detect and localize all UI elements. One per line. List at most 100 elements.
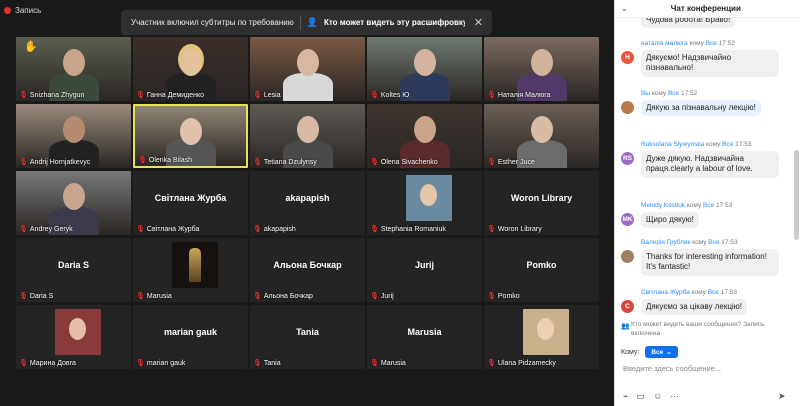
muted-mic-icon: 🎙 (487, 360, 496, 367)
participant-label: 🎙 Lesia (253, 91, 363, 100)
participant-tile[interactable]: 🎙 Lesia (250, 37, 365, 101)
message-bubble: Дякуємо за цікаву лекцію! (641, 299, 747, 316)
message-meta: Світлана Журба кому Все 17:53 (641, 289, 737, 296)
participant-tile[interactable]: Pomko 🎙 Pomko (484, 238, 599, 302)
participant-tile[interactable]: 🎙 Koltes Ю (367, 37, 482, 101)
participant-name: Snizhana Zhygun (29, 91, 85, 99)
sender-avatar: Н (621, 51, 634, 64)
participant-face (530, 49, 553, 76)
participant-label: 🎙 Альона Бочкар (253, 292, 363, 301)
transcript-visibility-link[interactable]: Кто может видеть эту расшифровку? За... (324, 18, 465, 27)
participant-tile[interactable]: 🎙 Andrij Hornjatkevyc (16, 104, 131, 168)
message-sender[interactable]: Вы (641, 90, 650, 97)
participant-tile[interactable]: 🎙 Marusia (133, 238, 248, 302)
message-bubble: Чудова робота! Браво! (641, 18, 736, 29)
participant-tile[interactable]: 🎙 Марина Довга (16, 305, 131, 369)
muted-mic-icon: 🎙 (370, 159, 379, 166)
participant-tile[interactable]: 🎙 Esther Juce (484, 104, 599, 168)
participant-name: Lesia (263, 91, 281, 99)
participant-tile[interactable]: Світлана Журба 🎙 Світлана Журба (133, 171, 248, 235)
message-sender[interactable]: Валерія Грубляк (641, 239, 690, 246)
participant-label: 🎙 Olenka Bilash (138, 156, 244, 165)
recipient-dropdown[interactable]: Все ⌄ (645, 346, 678, 358)
participant-display-name: Pomko (526, 260, 557, 270)
participant-tile[interactable]: Tania 🎙 Tania (250, 305, 365, 369)
chevron-down-icon[interactable]: ⌄ (621, 4, 628, 13)
more-icon[interactable]: ··· (670, 391, 679, 402)
message-time: 17:53 (719, 239, 738, 246)
participant-label: 🎙 Olena Sivachenko (370, 158, 480, 167)
message-sender[interactable]: Світлана Журба (641, 289, 690, 296)
participant-tile[interactable]: marian gauk 🎙 marian gauk (133, 305, 248, 369)
participant-name: Tania (263, 359, 281, 367)
participant-face (296, 116, 319, 143)
muted-mic-icon: 🎙 (136, 92, 145, 99)
participant-tile[interactable]: 🎙 Наталія Малюга (484, 37, 599, 101)
participant-label: 🎙 Andrey Geryk (19, 225, 129, 234)
participant-tile[interactable]: Daria S 🎙 Daria S (16, 238, 131, 302)
participant-display-name: Woron Library (510, 193, 573, 203)
close-icon[interactable]: ✕ (471, 16, 486, 29)
participant-face (530, 116, 553, 143)
privacy-notice[interactable]: 👥 Кто может видеть ваши сообщения? Запис… (615, 318, 800, 340)
participant-tile[interactable]: Jurij 🎙 Jurij (367, 238, 482, 302)
sender-avatar (621, 101, 634, 114)
participant-tile[interactable]: 🎙 Tetiana Dzulynsy (250, 104, 365, 168)
screenshot-icon[interactable]: ⌁ (623, 391, 628, 402)
video-gallery: Запись Участник включил субтитры по треб… (0, 0, 614, 406)
message-time: 17:53 (714, 202, 733, 209)
message-bubble: Дякую за пізнавальну лекцію! (641, 100, 761, 117)
captions-notice-text: Участник включил субтитры по требованию (131, 18, 294, 27)
message-sender[interactable]: наталія малюга (641, 40, 688, 47)
message-bubble: Дякуємо! Надзвичайно пізнавально! (641, 50, 779, 77)
participant-tile[interactable]: 🎙 Andrey Geryk (16, 171, 131, 235)
participant-tile[interactable]: akapapish 🎙 akapapish (250, 171, 365, 235)
participant-tile[interactable]: 🎙 Olenka Bilash (133, 104, 248, 168)
recording-indicator[interactable]: Запись (4, 3, 41, 17)
participant-label: 🎙 Наталія Малюга (487, 91, 597, 100)
chat-messages: Чудова робота! Браво! наталія малюга кому… (615, 18, 792, 320)
participant-label: 🎙 Marusia (136, 292, 246, 301)
message-sender[interactable]: Melody Kostiuk (641, 202, 685, 209)
participant-name: Ulana Pidzamecky (497, 359, 556, 367)
participant-tile[interactable]: Marusia 🎙 Marusia (367, 305, 482, 369)
participant-tile[interactable]: 🎙 Stephania Romaniuk (367, 171, 482, 235)
muted-mic-icon: 🎙 (136, 360, 145, 367)
participant-label: 🎙 Світлана Журба (136, 225, 246, 234)
sender-avatar (621, 250, 634, 263)
chat-scrollbar[interactable] (794, 150, 799, 240)
file-icon[interactable]: ▭ (636, 391, 645, 402)
send-icon[interactable]: ➤ (778, 391, 786, 402)
emoji-icon[interactable]: ☺ (653, 391, 662, 402)
participant-name: akapapish (263, 225, 296, 233)
participant-tile[interactable]: Альона Бочкар 🎙 Альона Бочкар (250, 238, 365, 302)
participant-name: Альона Бочкар (263, 292, 313, 300)
participant-tile[interactable]: ✋ 🎙 Snizhana Zhygun (16, 37, 131, 101)
participant-face (62, 183, 85, 210)
to-label: Кому: (621, 348, 640, 356)
participant-tile[interactable]: 🎙 Ганна Демиденко (133, 37, 248, 101)
raised-hand-icon: ✋ (24, 41, 38, 53)
message-to: кому (687, 40, 706, 47)
message-input[interactable]: Введите здесь сообщение... (623, 364, 721, 373)
participant-name: Andrey Geryk (29, 225, 73, 233)
profile-photo (172, 242, 218, 288)
participant-label: 🎙 Stephania Romaniuk (370, 225, 480, 234)
message-time: 17:53 (733, 141, 752, 148)
participant-tile[interactable]: 🎙 Ulana Pidzamecky (484, 305, 599, 369)
participant-tile[interactable]: 🎙 Olena Sivachenko (367, 104, 482, 168)
muted-mic-icon: 🎙 (253, 293, 262, 300)
muted-mic-icon: 🎙 (370, 226, 379, 233)
message-sender[interactable]: Roksolana Slywynska (641, 141, 704, 148)
participant-tile[interactable]: Woron Library 🎙 Woron Library (484, 171, 599, 235)
muted-mic-icon: 🎙 (487, 92, 496, 99)
message-time: 17:53 (718, 289, 737, 296)
participant-name: Esther Juce (497, 158, 535, 166)
participant-label: 🎙 marian gauk (136, 359, 246, 368)
participant-name: Stephania Romaniuk (380, 225, 446, 233)
message-bubble: Щиро дякую! (641, 212, 699, 229)
message-to: кому (685, 202, 704, 209)
participant-name: Daria S (29, 292, 54, 300)
message-bubble: Дуже дякую. Надзвичайна праця.clearly a … (641, 151, 779, 178)
muted-mic-icon: 🎙 (487, 159, 496, 166)
